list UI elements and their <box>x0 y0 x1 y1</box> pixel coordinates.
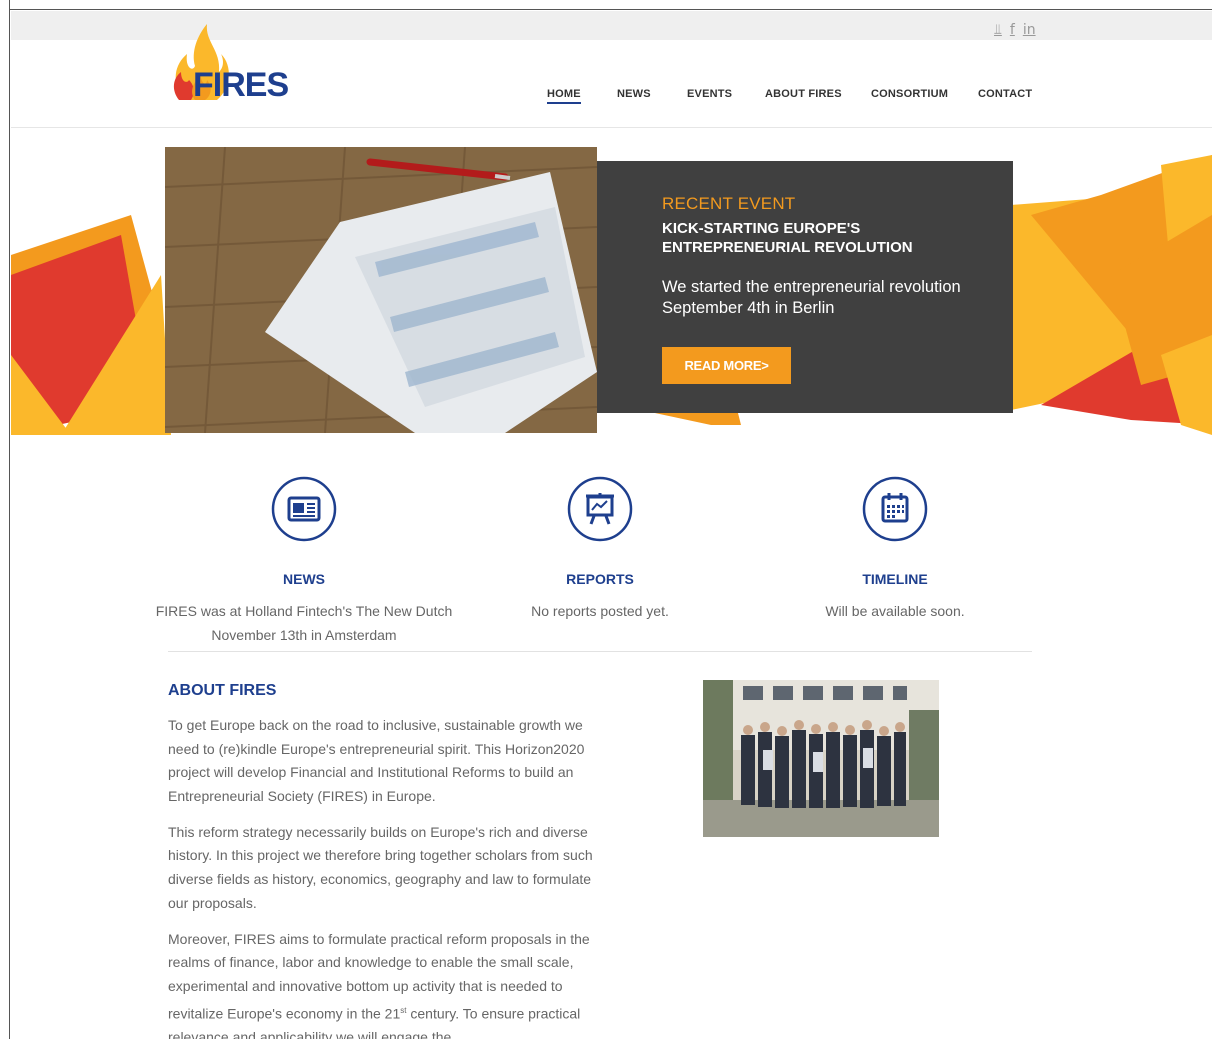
recent-event-card: RECENT EVENT KICK-STARTING EUROPE'S ENTR… <box>597 161 1013 413</box>
feature-title[interactable]: REPORTS <box>450 571 750 587</box>
nav-events[interactable]: EVENTS <box>687 88 732 100</box>
nav-consortium[interactable]: CONSORTIUM <box>871 88 948 100</box>
feature-text: Will be available soon. <box>825 603 965 619</box>
about-paragraph: Moreover, FIRES aims to formulate practi… <box>168 928 598 1039</box>
about-title: ABOUT FIRES <box>168 682 277 699</box>
nav-home[interactable]: HOME <box>547 88 581 104</box>
about-paragraph: This reform strategy necessarily builds … <box>168 823 593 911</box>
feature-text: No reports posted yet. <box>531 603 669 619</box>
hero-photo <box>165 147 597 433</box>
about-body: To get Europe back on the road to inclus… <box>168 714 598 1039</box>
window-frame-left <box>0 0 10 1039</box>
hero-kicker: RECENT EVENT <box>662 194 796 213</box>
social-links: ⫫ f in <box>994 22 1036 38</box>
feature-timeline: TIMELINE Will be available soon. <box>745 476 1045 623</box>
about-paragraph: To get Europe back on the road to inclus… <box>168 717 585 804</box>
newspaper-icon[interactable] <box>271 476 337 542</box>
nav-news[interactable]: NEWS <box>617 88 651 100</box>
feature-news: NEWS FIRES was at Holland Fintech's The … <box>154 476 454 647</box>
twitter-icon[interactable]: ⫫ <box>994 22 1002 38</box>
feature-title[interactable]: TIMELINE <box>745 571 1045 587</box>
read-more-button[interactable]: READ MORE> <box>662 347 791 384</box>
hero-text: We started the entrepreneurial revolutio… <box>662 278 961 317</box>
presentation-chart-icon[interactable] <box>567 476 633 542</box>
calendar-icon[interactable] <box>862 476 928 542</box>
nav-about-fires[interactable]: ABOUT FIRES <box>765 88 842 100</box>
window-frame-top <box>10 0 1212 10</box>
feature-reports: REPORTS No reports posted yet. <box>450 476 750 623</box>
group-photo <box>703 680 939 837</box>
linkedin-icon[interactable]: in <box>1023 22 1036 38</box>
feature-text: FIRES was at Holland Fintech's The New D… <box>155 603 453 643</box>
logo-text[interactable]: FIRES <box>193 66 289 105</box>
nav-contact[interactable]: CONTACT <box>978 88 1032 100</box>
main-nav: HOME NEWS EVENTS ABOUT FIRES CONSORTIUM … <box>0 88 1212 108</box>
hero-title: KICK-STARTING EUROPE'S ENTREPRENEURIAL R… <box>662 220 913 256</box>
facebook-icon[interactable]: f <box>1010 22 1015 38</box>
feature-title[interactable]: NEWS <box>154 571 454 587</box>
section-divider <box>168 651 1032 652</box>
